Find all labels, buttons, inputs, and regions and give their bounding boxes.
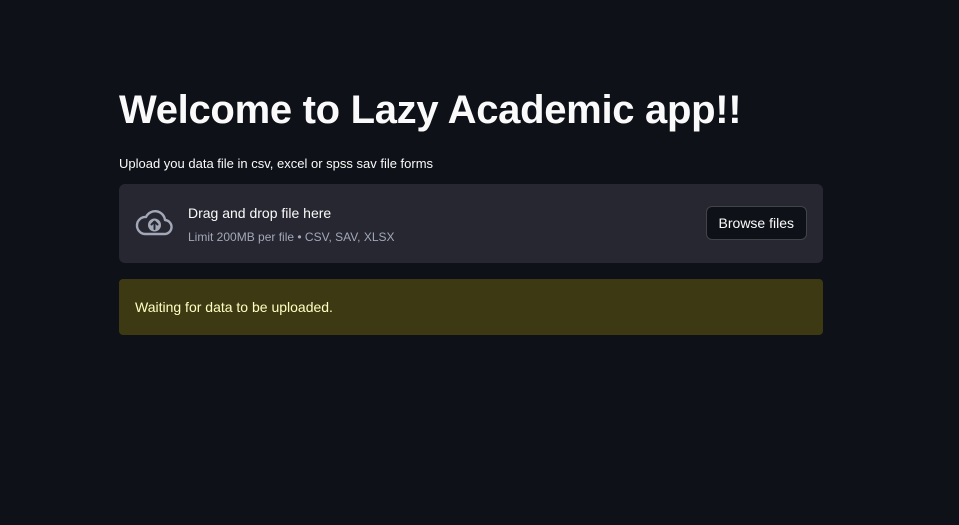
dropzone-limits: Limit 200MB per file • CSV, SAV, XLSX xyxy=(188,230,395,244)
browse-files-button[interactable]: Browse files xyxy=(705,206,807,240)
dropzone-instructions: Drag and drop file here Limit 200MB per … xyxy=(188,204,395,245)
page-title: Welcome to Lazy Academic app!! xyxy=(119,88,742,132)
cloud-upload-icon xyxy=(135,208,173,238)
dropzone-title: Drag and drop file here xyxy=(188,205,332,221)
alert-message: Waiting for data to be uploaded. xyxy=(135,299,333,315)
file-uploader-label: Upload you data file in csv, excel or sp… xyxy=(119,156,434,171)
warning-alert: Waiting for data to be uploaded. xyxy=(119,279,823,335)
file-dropzone[interactable]: Drag and drop file here Limit 200MB per … xyxy=(119,184,823,263)
